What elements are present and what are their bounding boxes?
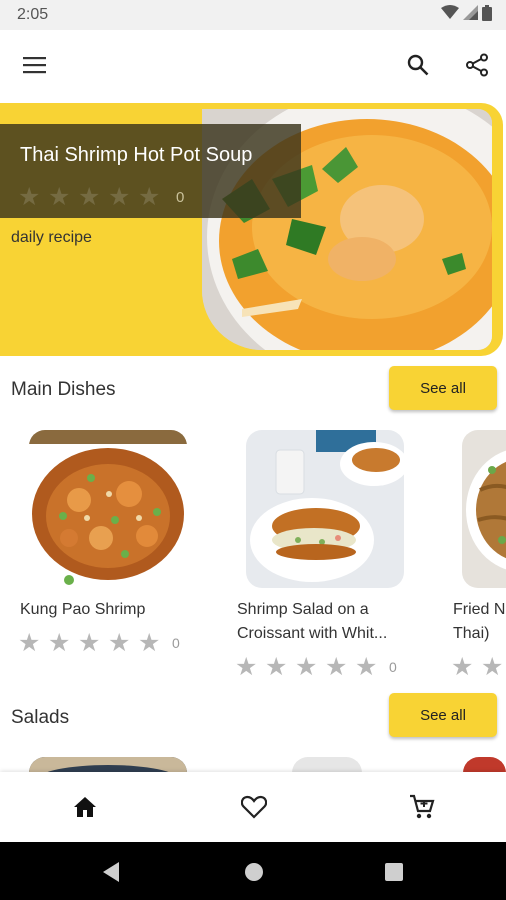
star-icon: ★	[235, 653, 258, 681]
back-icon[interactable]	[99, 860, 123, 884]
recipe-card-rating: ★ ★ ★ ★ ★ 0	[235, 654, 397, 680]
rating-count: 0	[389, 659, 397, 675]
shrimp-salad-croissant-photo	[246, 430, 404, 588]
battery-icon	[482, 4, 492, 26]
kung-pao-shrimp-photo	[29, 430, 187, 588]
app-bar	[0, 30, 506, 100]
cart-icon[interactable]	[405, 790, 439, 824]
status-time: 2:05	[17, 6, 49, 23]
recipe-card-title: Fried N Thai)	[453, 601, 506, 642]
status-bar: 2:05	[0, 0, 506, 30]
star-icon: ★	[78, 183, 101, 211]
fried-noodles-photo	[462, 430, 506, 588]
recipe-card-rating: ★ ★ ★ ★ ★ 0	[18, 630, 180, 656]
star-icon: ★	[108, 183, 131, 211]
star-icon: ★	[18, 629, 41, 657]
share-icon[interactable]	[462, 50, 492, 80]
menu-icon[interactable]	[20, 50, 50, 80]
system-navigation-bar	[0, 842, 506, 900]
star-icon: ★	[325, 653, 348, 681]
star-icon: ★	[481, 653, 504, 681]
recipe-card[interactable]: Kung Pao Shrimp ★ ★ ★ ★ ★ 0	[18, 430, 210, 660]
star-icon: ★	[355, 653, 378, 681]
search-icon[interactable]	[403, 50, 433, 80]
app-screen: 2:05 Thai Shrimp Hot Pot Soup ★ ★ ★ ★ ★ …	[0, 0, 506, 900]
hero-caption: daily recipe	[11, 229, 92, 246]
star-icon: ★	[48, 183, 71, 211]
home-circle-icon[interactable]	[242, 860, 266, 884]
star-icon: ★	[138, 629, 161, 657]
wifi-icon	[441, 5, 459, 25]
star-icon: ★	[78, 629, 101, 657]
section-title-salads: Salads	[11, 707, 70, 728]
star-icon: ★	[18, 183, 41, 211]
recipe-card-title: Shrimp Salad on a Croissant with Whit...	[237, 601, 388, 642]
recipe-card[interactable]: Shrimp Salad on a Croissant with Whit...…	[235, 430, 427, 680]
recipe-card-title: Kung Pao Shrimp	[20, 601, 146, 618]
see-all-salads-button[interactable]: See all	[389, 693, 497, 737]
heart-icon[interactable]	[237, 790, 271, 824]
daily-recipe-banner[interactable]: Thai Shrimp Hot Pot Soup ★ ★ ★ ★ ★ 0 dai…	[0, 103, 503, 356]
home-icon[interactable]	[68, 790, 102, 824]
hero-title: Thai Shrimp Hot Pot Soup	[20, 144, 253, 166]
status-icons	[441, 4, 492, 26]
recipe-card[interactable]: Fried N Thai) ★ ★	[451, 430, 506, 680]
recipe-card-rating: ★ ★	[451, 654, 506, 680]
recents-icon[interactable]	[382, 860, 406, 884]
rating-count: 0	[172, 635, 180, 651]
section-title-main-dishes: Main Dishes	[11, 379, 116, 400]
see-all-main-dishes-button[interactable]: See all	[389, 366, 497, 410]
star-icon: ★	[48, 629, 71, 657]
rating-count: 0	[176, 188, 185, 206]
star-icon: ★	[295, 653, 318, 681]
hero-rating: ★ ★ ★ ★ ★ 0	[18, 183, 184, 211]
signal-icon	[463, 5, 478, 25]
star-icon: ★	[265, 653, 288, 681]
star-icon: ★	[451, 653, 474, 681]
bottom-navigation	[0, 772, 506, 842]
star-icon: ★	[138, 183, 161, 211]
star-icon: ★	[108, 629, 131, 657]
